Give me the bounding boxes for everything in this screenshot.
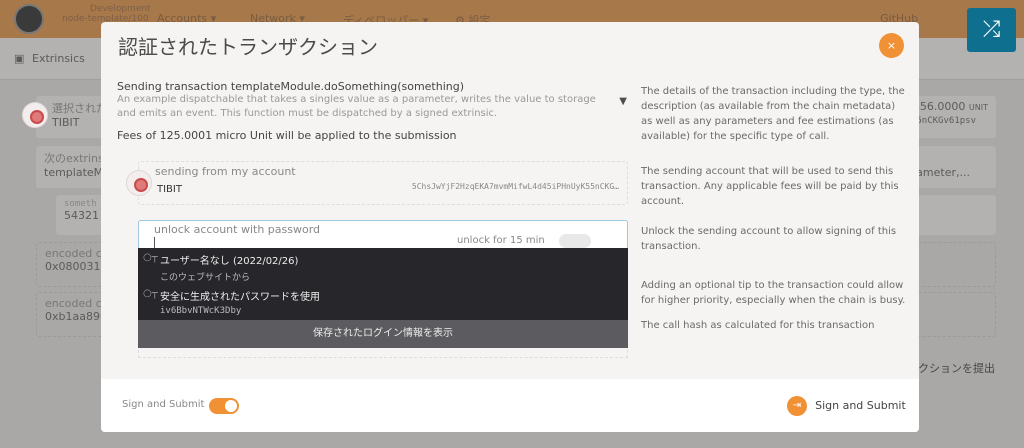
key-icon: ○┬: [143, 288, 158, 299]
chain-logo[interactable]: [14, 4, 44, 34]
help-tip: Adding an optional tip to the transactio…: [641, 280, 906, 306]
sender-account: sending from my account TIBIT 5ChsJwYjF2…: [126, 161, 628, 205]
autofill-item[interactable]: ○┬ 安全に生成されたパスワードを使用 iv6BbvNTWcK3Dby: [138, 284, 628, 320]
chevron-down-icon[interactable]: ▼: [619, 96, 627, 107]
bg-submit-button: クションを提出: [918, 362, 995, 375]
sign-submit-toggle[interactable]: [209, 398, 239, 414]
unlock-toggle[interactable]: [559, 234, 591, 248]
help-sender: The sending account that will be used to…: [641, 166, 899, 207]
text-cursor: [154, 237, 155, 248]
autofill-dropdown: ○┬ ユーザー名なし (2022/02/26) このウェブサイトから ○┬ 安全に生成…: [138, 248, 628, 348]
help-details: The details of the transaction including…: [641, 86, 905, 142]
autofill-item[interactable]: ○┬ ユーザー名なし (2022/02/26) このウェブサイトから: [138, 248, 628, 284]
key-icon: ○┬: [143, 252, 158, 263]
sign-in-icon: ⇥: [787, 395, 807, 416]
tab-extrinsics[interactable]: Extrinsics: [32, 52, 85, 65]
modal-title: 認証されたトランザクション: [118, 35, 378, 59]
sender-identicon: [126, 170, 152, 196]
modal-footer: Sign and Submit ⇥ Sign and Submit: [101, 379, 919, 432]
help-unlock: Unlock the sending account to allow sign…: [641, 226, 897, 252]
help-call-hash: The call hash as calculated for this tra…: [641, 320, 875, 331]
chain-selector[interactable]: Development node-template/100: [62, 4, 151, 24]
shuffle-icon[interactable]: ⤮: [967, 8, 1016, 52]
close-button[interactable]: ×: [879, 33, 904, 58]
sign-and-submit-button[interactable]: ⇥ Sign and Submit: [787, 395, 906, 417]
transaction-details[interactable]: Sending transaction templateModule.doSom…: [117, 80, 627, 142]
account-identicon: [22, 102, 48, 128]
password-input[interactable]: unlock account with password unlock for …: [138, 220, 628, 250]
extrinsics-icon: ▣: [14, 52, 25, 65]
authorize-transaction-modal: 認証されたトランザクション × Sending transaction temp…: [101, 22, 919, 432]
show-saved-logins-button[interactable]: 保存されたログイン情報を表示: [138, 320, 628, 348]
